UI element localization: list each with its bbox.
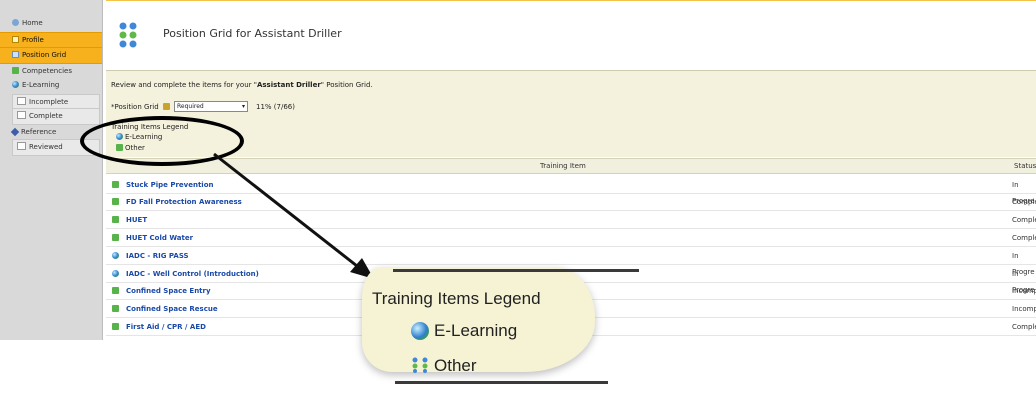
page-title: Position Grid for Assistant Driller: [163, 27, 342, 40]
globe-icon: [112, 252, 119, 259]
table-row: FD Fall Protection Awareness Complete: [106, 194, 1036, 211]
status-text: Complete: [1012, 216, 1036, 224]
table-row: IADC - RIG PASS In Progre: [106, 248, 1036, 276]
list-icon: [17, 111, 26, 119]
status-text: Incomplet: [1012, 287, 1036, 295]
callout-divider-top: [393, 269, 639, 272]
highlight-ellipse: [80, 116, 244, 166]
training-item-link[interactable]: Confined Space Entry: [126, 283, 211, 299]
column-training-item: Training Item: [540, 162, 586, 170]
sidebar-item-complete[interactable]: Complete: [12, 108, 100, 125]
globe-icon: [411, 322, 429, 340]
training-item-link[interactable]: First Aid / CPR / AED: [126, 319, 206, 335]
training-item-link[interactable]: Stuck Pipe Prevention: [126, 177, 214, 193]
sidebar-item-position-grid[interactable]: Position Grid: [0, 47, 102, 64]
list-icon: [17, 97, 26, 105]
top-border: [106, 0, 1036, 1]
position-grid-select[interactable]: Required ▾: [174, 101, 248, 112]
globe-icon: [112, 270, 119, 277]
training-item-link[interactable]: IADC - RIG PASS: [126, 248, 189, 264]
training-item-link[interactable]: HUET Cold Water: [126, 230, 193, 246]
other-icon: [112, 181, 119, 188]
other-icon: [112, 216, 119, 223]
other-icon: [112, 198, 119, 205]
table-row: Stuck Pipe Prevention In Progre: [106, 177, 1036, 205]
other-icon: [112, 323, 119, 330]
training-item-link[interactable]: IADC - Well Control (Introduction): [126, 266, 259, 282]
profile-icon: [12, 36, 19, 43]
chevron-down-icon: ▾: [241, 103, 245, 110]
sidebar-item-home[interactable]: Home: [0, 16, 102, 31]
training-item-link[interactable]: FD Fall Protection Awareness: [126, 194, 242, 210]
table-row: HUET Complete: [106, 212, 1036, 229]
callout-title: Training Items Legend: [372, 289, 541, 308]
training-item-link[interactable]: Confined Space Rescue: [126, 301, 218, 317]
reference-icon: [10, 127, 20, 137]
competencies-icon: [12, 67, 19, 74]
table-header: Training Item Status: [106, 158, 1036, 174]
progress-text: 11% (7/66): [256, 103, 295, 111]
grid-icon: [12, 51, 19, 58]
other-icon: [112, 287, 119, 294]
callout-elearning: E-Learning: [434, 321, 518, 340]
status-text: Complete: [1012, 198, 1036, 206]
sidebar: Home Profile Position Grid Competencies …: [0, 0, 103, 340]
list-icon: [17, 142, 26, 150]
home-icon: [12, 19, 19, 26]
zoom-callout: [362, 267, 595, 372]
other-icon: [412, 357, 428, 373]
callout-other: Other: [434, 356, 477, 375]
sidebar-item-elearning[interactable]: E-Learning: [0, 78, 102, 93]
other-icon: [112, 234, 119, 241]
table-row: HUET Cold Water Complete: [106, 230, 1036, 247]
sidebar-item-competencies[interactable]: Competencies: [0, 64, 102, 79]
status-text: Incomplet: [1012, 305, 1036, 313]
status-text: Complete: [1012, 323, 1036, 331]
position-grid-label: *Position Grid: [111, 103, 159, 111]
column-status: Status: [1014, 162, 1036, 170]
filter-icon: [163, 103, 170, 110]
training-item-link[interactable]: HUET: [126, 212, 147, 228]
globe-icon: [12, 81, 19, 88]
position-grid-icon: [119, 22, 137, 48]
callout-divider-bottom: [395, 381, 608, 384]
intro-text: Review and complete the items for your "…: [111, 81, 373, 89]
status-text: Complete: [1012, 234, 1036, 242]
other-icon: [112, 305, 119, 312]
